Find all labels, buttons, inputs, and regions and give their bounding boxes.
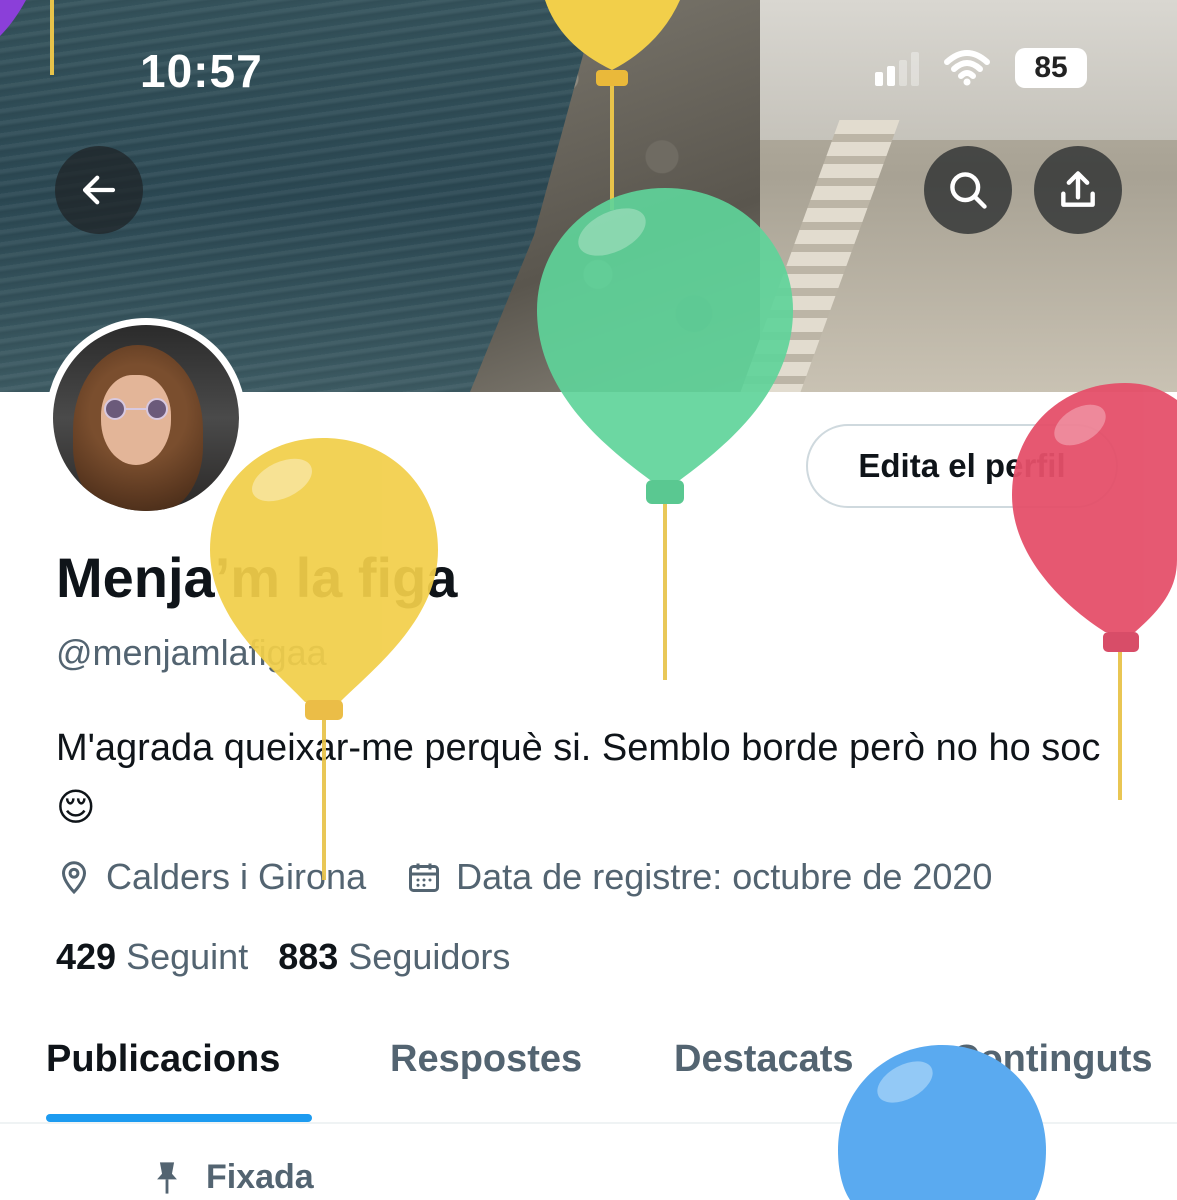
- tab-continguts[interactable]: Continguts: [952, 1038, 1153, 1081]
- cellular-signal-icon: [875, 50, 919, 86]
- avatar[interactable]: [46, 318, 246, 518]
- tab-respostes[interactable]: Respostes: [390, 1038, 582, 1081]
- followers-count: 883: [278, 936, 339, 977]
- share-icon: [1061, 171, 1095, 207]
- edit-profile-button[interactable]: Edita el perfil: [806, 424, 1118, 508]
- profile-meta: Calders i Girona Data de registre: octub…: [56, 856, 992, 898]
- location-text: Calders i Girona: [106, 856, 367, 897]
- status-time: 10:57: [140, 45, 263, 97]
- search-button[interactable]: [924, 146, 1012, 234]
- tab-destacats[interactable]: Destacats: [674, 1038, 854, 1081]
- pin-icon: [157, 1161, 177, 1194]
- back-button[interactable]: [55, 146, 143, 234]
- followers-label: Seguidors: [348, 936, 511, 977]
- user-handle: @menjamlafigaa: [56, 632, 327, 673]
- battery-indicator: 85: [1015, 48, 1087, 88]
- joined-item: Data de registre: octubre de 2020: [406, 856, 992, 898]
- following-count: 429: [56, 936, 117, 977]
- following-label: Seguint: [126, 936, 249, 977]
- profile-bio: M'agrada queixar-me perquè si. Semblo bo…: [56, 727, 1101, 829]
- active-tab-indicator: [46, 1114, 312, 1122]
- banner-balustrade: [740, 120, 900, 392]
- share-button[interactable]: [1034, 146, 1122, 234]
- profile-tabs: Publicacions Respostes Destacats Conting…: [0, 1030, 1177, 1124]
- arrow-left-icon: [82, 175, 116, 205]
- joined-text: Data de registre: octubre de 2020: [456, 856, 993, 897]
- followers-link[interactable]: 883 Seguidors: [278, 936, 510, 978]
- pinned-text: Fixada: [206, 1158, 314, 1196]
- location-item: Calders i Girona: [56, 856, 366, 898]
- calendar-icon: [409, 863, 440, 892]
- tab-publicacions[interactable]: Publicacions: [46, 1038, 280, 1081]
- display-name: Menja’m la figa: [56, 546, 458, 609]
- pinned-label: Fixada: [150, 1158, 314, 1197]
- location-pin-icon: [61, 861, 87, 895]
- following-link[interactable]: 429 Seguint: [56, 936, 248, 978]
- status-icons: 85: [875, 48, 1087, 88]
- avatar-photo: [53, 325, 239, 511]
- follow-stats: 429 Seguint 883 Seguidors: [56, 936, 510, 978]
- wifi-icon: [944, 50, 990, 86]
- search-icon: [950, 172, 987, 209]
